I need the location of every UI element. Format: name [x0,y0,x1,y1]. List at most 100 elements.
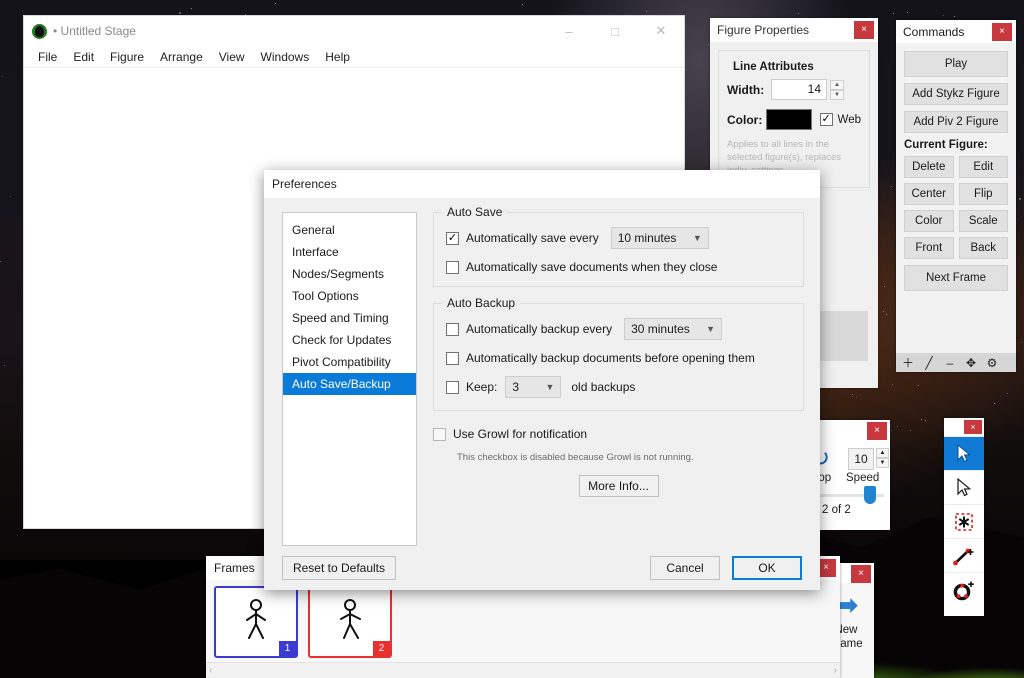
speed-stepper[interactable]: ▲ ▼ [876,448,889,468]
frame-number: 2 [373,641,390,656]
menu-item-windows[interactable]: Windows [253,48,318,66]
stepper-down-icon[interactable]: ▼ [876,458,889,468]
growl-note: This checkbox is disabled because Growl … [457,452,804,463]
color-swatch[interactable] [766,109,812,130]
minus-icon[interactable]: – [940,354,960,371]
cancel-button[interactable]: Cancel [650,556,720,580]
auto-backup-group-title: Auto Backup [442,296,520,310]
close-icon[interactable]: × [851,565,871,583]
sidebar-item-general[interactable]: General [283,219,416,241]
menu-item-file[interactable]: File [30,48,65,66]
frame-thumbnail[interactable]: 2 [308,586,392,658]
auto-backup-before-open-checkbox[interactable] [446,352,459,365]
auto-save-on-close-label: Automatically save documents when they c… [466,260,717,274]
next-frame-button[interactable]: Next Frame [904,265,1008,291]
sidebar-item-pivot-compatibility[interactable]: Pivot Compatibility [283,351,416,373]
figure-properties-titlebar: Figure Properties × [710,18,878,42]
add-stykz-figure-button[interactable]: Add Stykz Figure [904,83,1008,105]
keep-backups-checkbox[interactable] [446,381,459,394]
menu-item-edit[interactable]: Edit [65,48,102,66]
move-icon[interactable]: ✥ [961,354,981,371]
center-button[interactable]: Center [904,183,954,205]
speed-slider-thumb[interactable] [864,486,876,504]
close-icon[interactable]: × [867,422,887,440]
add-piv2-figure-button[interactable]: Add Piv 2 Figure [904,111,1008,133]
width-input[interactable]: 14 [771,79,827,100]
node-tool[interactable] [944,504,984,538]
add-line-tool[interactable] [944,538,984,572]
menu-item-help[interactable]: Help [317,48,358,66]
stick-figure-icon [333,598,367,642]
keep-count-select[interactable]: 3 ▼ [505,376,561,398]
minimize-button[interactable]: – [546,16,592,46]
scale-button[interactable]: Scale [959,210,1009,232]
web-checkbox[interactable] [820,113,833,126]
gear-icon[interactable]: ⚙ [982,354,1002,371]
auto-backup-every-checkbox[interactable] [446,323,459,336]
loop-label: oop [820,472,831,484]
sidebar-item-nodes-segments[interactable]: Nodes/Segments [283,263,416,285]
auto-save-group-title: Auto Save [442,205,507,219]
color-row: Color: Web [727,109,861,130]
frames-scrollbar[interactable]: ‹ › [206,662,840,678]
more-info-button[interactable]: More Info... [579,475,659,497]
playback-panel: × ↻ 10 ▲ ▼ oop Speed 2 of 2 [820,420,890,530]
line-attributes-title: Line Attributes [729,61,818,73]
width-label: Width: [727,83,771,97]
sidebar-item-interface[interactable]: Interface [283,241,416,263]
playback-titlebar: × [820,420,890,442]
sidebar-item-tool-options[interactable]: Tool Options [283,285,416,307]
flip-button[interactable]: Flip [959,183,1009,205]
frame-number: 1 [279,641,296,656]
auto-save-every-checkbox[interactable] [446,232,459,245]
speed-input[interactable]: 10 [848,448,874,470]
stepper-up-icon[interactable]: ▲ [876,448,889,458]
sidebar-item-check-for-updates[interactable]: Check for Updates [283,329,416,351]
delete-button[interactable]: Delete [904,156,954,178]
back-button[interactable]: Back [959,237,1009,259]
width-stepper[interactable]: ▲ ▼ [830,80,844,100]
maximize-button[interactable]: □ [592,16,638,46]
reset-to-defaults-button[interactable]: Reset to Defaults [282,556,396,580]
scroll-left-icon[interactable]: ‹ [209,665,212,676]
circle-plus-icon [952,579,976,601]
pencil-icon[interactable]: ╱ [919,354,939,371]
chevron-down-icon: ▼ [693,233,702,243]
plus-icon[interactable]: ＋ [898,354,918,371]
color-button[interactable]: Color [904,210,954,232]
sidebar-item-auto-save-backup[interactable]: Auto Save/Backup [283,373,416,395]
growl-label: Use Growl for notification [453,427,587,441]
menu-item-figure[interactable]: Figure [102,48,152,66]
front-button[interactable]: Front [904,237,954,259]
auto-save-interval-select[interactable]: 10 minutes ▼ [611,227,709,249]
menu-item-arrange[interactable]: Arrange [152,48,211,66]
preferences-footer: Reset to Defaults Cancel OK [264,546,820,590]
auto-backup-interval-select[interactable]: 30 minutes ▼ [624,318,722,340]
select-arrow-tool[interactable] [944,436,984,470]
stykz-logo-icon [32,24,47,39]
auto-backup-before-open-row: Automatically backup documents before op… [446,351,791,365]
close-icon[interactable]: × [992,23,1012,41]
subselect-arrow-tool[interactable] [944,470,984,504]
commands-title: Commands [903,25,964,39]
close-button[interactable]: ✕ [638,16,684,46]
growl-section: Use Growl for notification This checkbox… [433,427,804,497]
commands-body: Play Add Stykz Figure Add Piv 2 Figure C… [896,43,1016,291]
frame-thumbnail[interactable]: 1 [214,586,298,658]
auto-backup-group: Auto Backup Automatically backup every 3… [433,303,804,411]
preferences-body: General Interface Nodes/Segments Tool Op… [264,198,820,546]
menu-item-view[interactable]: View [211,48,253,66]
stepper-down-icon[interactable]: ▼ [830,90,844,100]
close-icon[interactable]: × [854,21,874,39]
play-button[interactable]: Play [904,51,1008,77]
add-circle-tool[interactable] [944,572,984,606]
auto-save-on-close-checkbox[interactable] [446,261,459,274]
edit-button[interactable]: Edit [959,156,1009,178]
auto-save-every-row: Automatically save every 10 minutes ▼ [446,227,791,249]
scroll-right-icon[interactable]: › [834,665,837,676]
ok-button[interactable]: OK [732,556,802,580]
close-icon[interactable]: × [964,420,982,434]
sidebar-item-speed-and-timing[interactable]: Speed and Timing [283,307,416,329]
stepper-up-icon[interactable]: ▲ [830,80,844,90]
loop-icon[interactable]: ↻ [820,448,838,470]
